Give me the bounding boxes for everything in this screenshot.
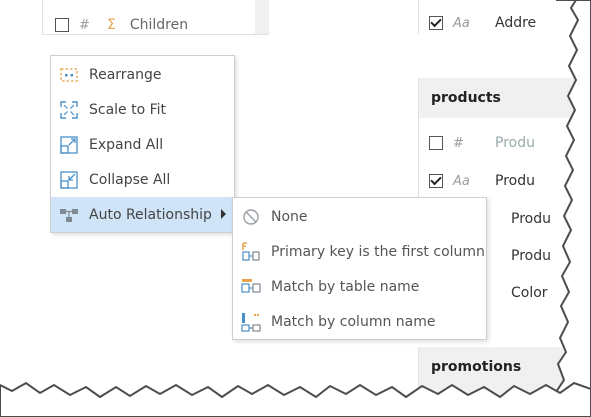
submenu-item-match-column[interactable]: Match by column name bbox=[233, 304, 486, 339]
sigma-icon: Σ bbox=[107, 17, 116, 33]
auto-relationship-submenu: None Primary key is the first column Mat… bbox=[232, 197, 487, 340]
match-table-icon bbox=[241, 277, 261, 297]
rearrange-icon bbox=[59, 65, 79, 85]
table-row[interactable]: Produ bbox=[511, 211, 551, 227]
table-row[interactable]: Color bbox=[511, 285, 548, 301]
auto-relationship-icon bbox=[59, 205, 79, 225]
column-name: Produ bbox=[511, 211, 551, 227]
submenu-item-label: None bbox=[271, 208, 308, 225]
table-row[interactable]: Aa Addre bbox=[429, 15, 536, 31]
submenu-item-match-table[interactable]: Match by table name bbox=[233, 269, 486, 304]
column-name: Color bbox=[511, 285, 548, 301]
match-column-icon bbox=[241, 312, 261, 332]
table-title[interactable]: promotions bbox=[419, 347, 579, 375]
menu-item-label: Collapse All bbox=[89, 171, 171, 188]
submenu-item-none[interactable]: None bbox=[233, 199, 486, 234]
table-title[interactable]: products bbox=[419, 78, 579, 118]
column-name: Produ bbox=[511, 248, 551, 264]
scrollbar[interactable] bbox=[255, 0, 269, 34]
column-checkbox[interactable] bbox=[55, 18, 69, 32]
torn-edge-right bbox=[556, 0, 591, 417]
menu-item-auto-relationship[interactable]: Auto Relationship bbox=[51, 197, 234, 232]
menu-item-label: Rearrange bbox=[89, 66, 162, 83]
torn-edge-bottom bbox=[0, 381, 591, 417]
context-menu: Rearrange Scale to Fit Expand All Collap… bbox=[50, 55, 235, 233]
column-type: Aa bbox=[453, 173, 470, 189]
column-name: Children bbox=[129, 17, 189, 33]
column-type: # bbox=[79, 17, 90, 33]
collapse-all-icon bbox=[59, 170, 79, 190]
expand-all-icon bbox=[59, 135, 79, 155]
submenu-item-label: Match by column name bbox=[271, 313, 436, 330]
column-type: # bbox=[453, 135, 464, 151]
submenu-item-label: Primary key is the first column bbox=[271, 243, 485, 260]
table-row[interactable]: Aa Produ bbox=[429, 173, 535, 189]
menu-item-label: Auto Relationship bbox=[89, 206, 212, 223]
diagram-canvas[interactable]: # Σ Children Aa Addre products # Produ A… bbox=[0, 0, 579, 417]
column-checkbox[interactable] bbox=[429, 136, 443, 150]
menu-item-label: Expand All bbox=[89, 136, 164, 153]
column-name: Addre bbox=[495, 15, 537, 31]
menu-item-rearrange[interactable]: Rearrange bbox=[51, 57, 234, 92]
column-checkbox[interactable] bbox=[429, 16, 443, 30]
column-checkbox[interactable] bbox=[429, 174, 443, 188]
submenu-item-primary-key[interactable]: Primary key is the first column bbox=[233, 234, 486, 269]
menu-item-label: Scale to Fit bbox=[89, 101, 167, 118]
scale-to-fit-icon bbox=[59, 100, 79, 120]
submenu-item-label: Match by table name bbox=[271, 278, 420, 295]
primary-key-icon bbox=[241, 241, 261, 262]
column-name: Produ bbox=[495, 135, 535, 151]
table-top-right: Aa Addre bbox=[418, 0, 579, 34]
table-row[interactable]: Produ bbox=[511, 248, 551, 264]
column-name: Produ bbox=[495, 173, 535, 189]
table-row[interactable]: # Σ Children bbox=[55, 17, 188, 33]
menu-item-collapse-all[interactable]: Collapse All bbox=[51, 162, 234, 197]
menu-item-scale-to-fit[interactable]: Scale to Fit bbox=[51, 92, 234, 127]
table-top-left: # Σ Children bbox=[42, 0, 269, 35]
none-icon bbox=[241, 207, 261, 227]
menu-item-expand-all[interactable]: Expand All bbox=[51, 127, 234, 162]
submenu-arrow-icon bbox=[221, 209, 226, 219]
table-row[interactable]: # Produ bbox=[429, 135, 535, 151]
column-type: Aa bbox=[453, 15, 470, 31]
